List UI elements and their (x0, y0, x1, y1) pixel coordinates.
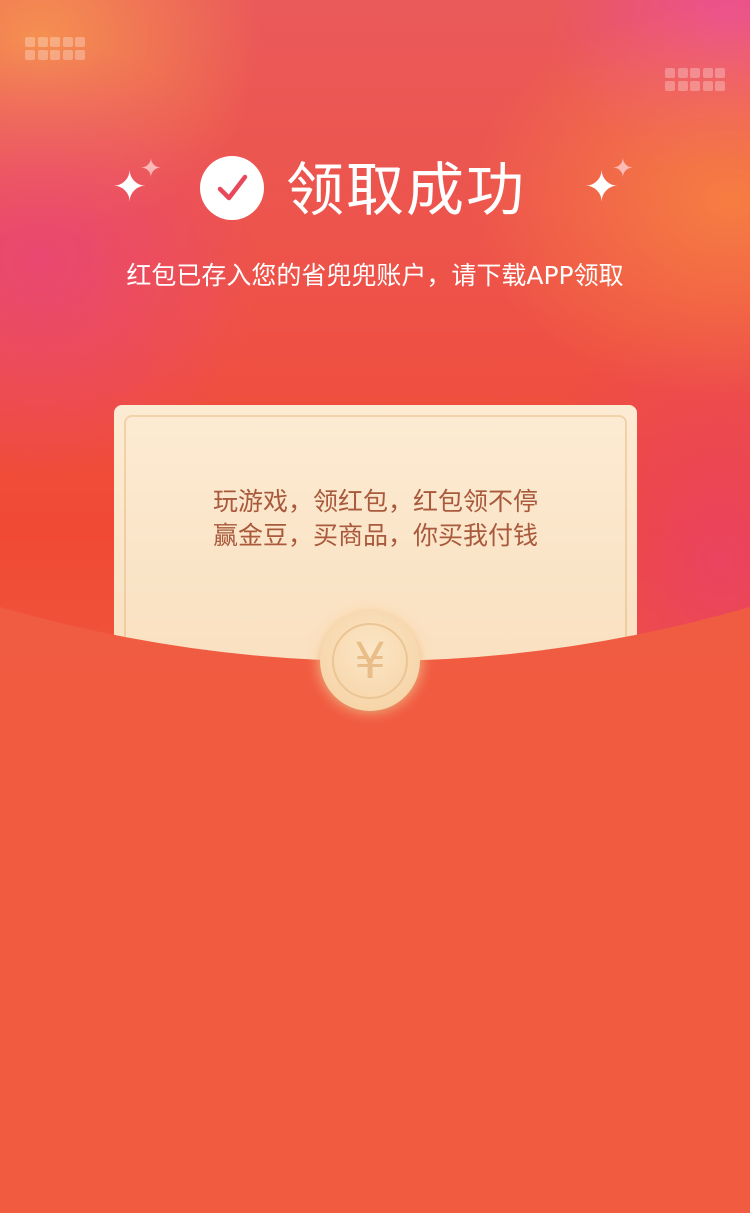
coin-button[interactable]: ¥ (320, 611, 420, 711)
page-title: 领取成功 (286, 156, 527, 224)
dot-grid-decoration (25, 37, 85, 60)
success-header: 领取成功 (0, 150, 750, 230)
dot-grid-decoration (665, 68, 725, 91)
check-icon (200, 156, 264, 220)
coin-ring: ¥ (332, 623, 408, 699)
yuan-icon: ¥ (354, 632, 386, 690)
card-slogan-line-1: 玩游戏，领红包，红包领不停 (212, 487, 538, 516)
page-subtitle: 红包已存入您的省兜兜账户，请下载APP领取 (126, 261, 624, 290)
card-slogan-line-2: 赢金豆，买商品，你买我付钱 (212, 521, 538, 550)
